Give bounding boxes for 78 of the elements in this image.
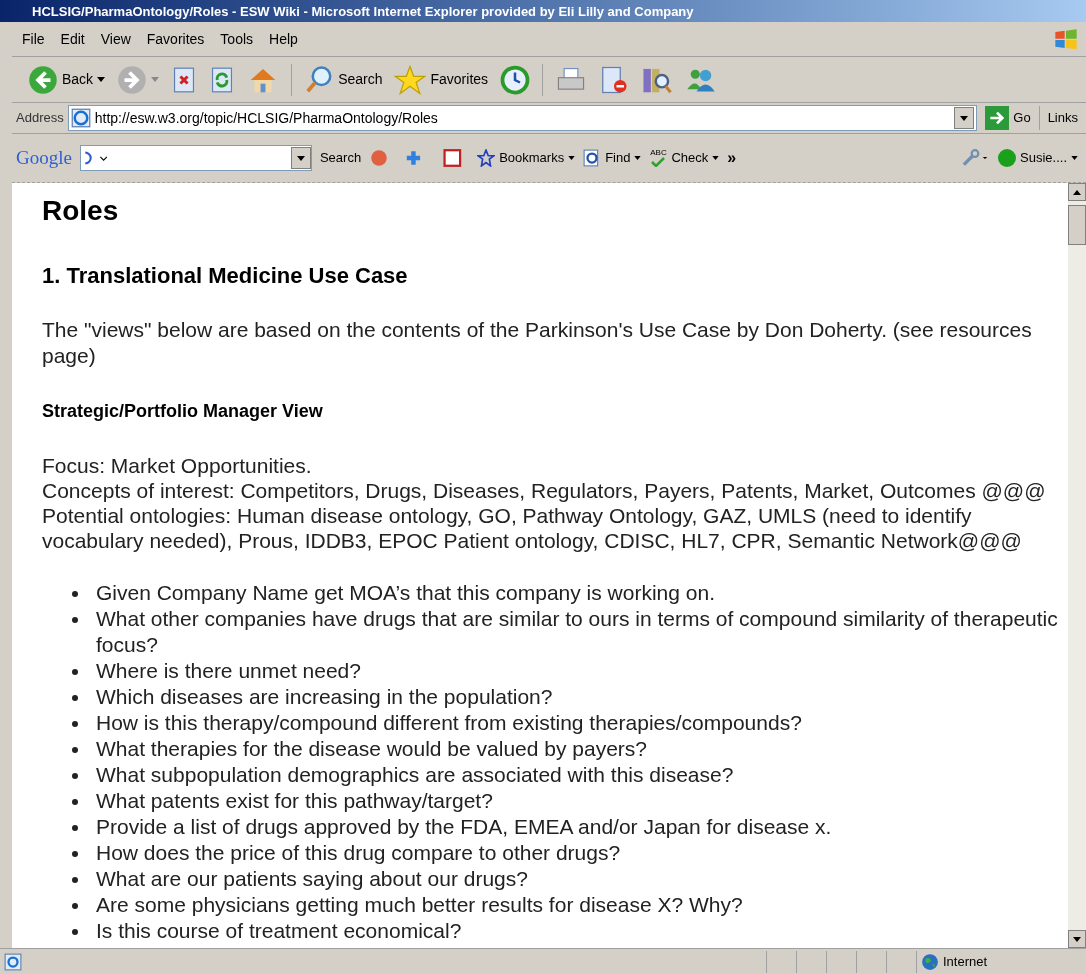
back-button[interactable]: Back [28,64,106,95]
links-button[interactable]: Links [1043,108,1082,128]
favorites-button[interactable]: Favorites [394,64,489,95]
bullet-icon [72,851,78,857]
list-item: What subpopulation demographics are associated with this disease? [96,762,734,788]
down-arrow-icon[interactable] [1073,936,1081,942]
page-icon [4,952,22,971]
list-item: How is this therapy/compound different from existing therapies/compounds? [96,710,802,736]
check-button[interactable]: ABC Check [649,148,720,168]
checkmark-icon [649,157,668,167]
list-item: How does the price of this drug compare to other drugs? [96,840,621,866]
status-dot-icon [998,149,1017,167]
caret-icon[interactable] [296,155,305,161]
bullet-icon [72,669,78,675]
caret-icon [712,156,720,160]
list-item: What therapies for the disease would be valued by payers? [96,736,647,762]
caret-icon [1071,156,1078,160]
bullet-icon [72,773,78,779]
more-button[interactable]: » [727,146,737,170]
search-field[interactable] [79,145,312,171]
bullet-icon [72,721,78,727]
find-button[interactable]: Find [583,148,642,168]
subsection-heading: Strategic/Portfolio Manager View [42,400,324,423]
list-item: Which diseases are increasing in the population? [96,684,553,710]
menu-item[interactable]: Tools [214,28,260,50]
star-icon [477,149,496,167]
text-line: Concepts of interest: Competitors, Drugs, Diseases, Regulators, Payers, Patents, Market, Outcomes @@@ [42,478,1047,503]
section-heading: 1. Translational Medicine Use Case [42,262,409,290]
star-icon [394,64,427,95]
up-arrow-icon[interactable] [1073,189,1081,195]
window-title: HCLSIG/PharmaOntology/Roles - ESW Wiki - Microsoft Internet Explorer provided by Eli Lilly and Company [32,4,694,18]
bookmarks-button[interactable]: Bookmarks [477,148,576,168]
caret-icon [97,77,106,82]
bullet-icon [72,747,78,753]
bullet-icon [72,591,78,597]
menu-item[interactable]: Help [263,28,304,50]
text-line: Focus: Market Opportunities. [42,453,313,478]
caret-icon [634,156,642,160]
scrollbar[interactable] [1068,183,1086,948]
caret-icon [151,77,160,82]
user-button[interactable]: Susie.... [998,148,1082,168]
bullet-icon [72,695,78,701]
list-item: Provide a list of drugs approved by the FDA, EMEA and/or Japan for disease x. [96,814,832,840]
forward-button[interactable] [117,64,160,95]
list-item: Are some physicians getting much better results for disease X? Why? [96,892,743,918]
globe-icon [921,952,939,971]
scroll-thumb[interactable] [1068,205,1086,245]
intro-paragraph: The "views" below are based on the contents of the Parkinson's Use Case by Don Doherty. (see resources page) [42,317,1033,369]
list-item: Is this course of treatment economical? [96,918,462,944]
zone-label: Internet [943,952,988,971]
menu-item[interactable]: Edit [54,28,91,50]
list-item: Where is there unmet need? [96,658,361,684]
menu-item[interactable]: File [16,28,51,50]
bullet-icon [72,929,78,935]
address-field[interactable]: http://esw.w3.org/topic/HCLSIG/PharmaOntology/Roles [67,105,978,131]
bullet-icon [72,825,78,831]
history-icon[interactable] [500,64,531,95]
list-item: Given Company Name get MOA’s that this company is working on. [96,580,715,606]
search-button[interactable]: Search [319,148,362,168]
go-button[interactable]: Go [981,106,1035,130]
list-item: What are our patients saying about our drugs? [96,866,528,892]
windows-logo-icon [1054,28,1078,52]
menu-item[interactable]: Favorites [140,28,211,50]
caret-icon[interactable] [960,115,969,121]
list-item: What other companies have drugs that are similar to ours in terms of compound similarity of therapeutic focus? [96,606,1059,658]
bullet-icon [72,903,78,909]
page-title: Roles [42,195,120,227]
bullet-icon [72,799,78,805]
search-button[interactable]: Search [304,64,383,95]
list-item: What patents exist for this pathway/target? [96,788,493,814]
bullet-icon [72,877,78,883]
caret-icon [568,156,576,160]
menu-item[interactable]: View [94,28,137,50]
page-icon [70,108,91,128]
bullet-icon [72,617,78,623]
google-logo[interactable]: Google [16,143,72,173]
address-label: Address [16,109,64,128]
text-line: Potential ontologies: Human disease ontology, GO, Pathway Ontology, GAZ, UMLS (need to identify vocabulary needed), Prous, IDDB3, EPOC Patient ontology, CDISC, HL7, CPR, Semantic Network@@@ [42,503,1023,553]
